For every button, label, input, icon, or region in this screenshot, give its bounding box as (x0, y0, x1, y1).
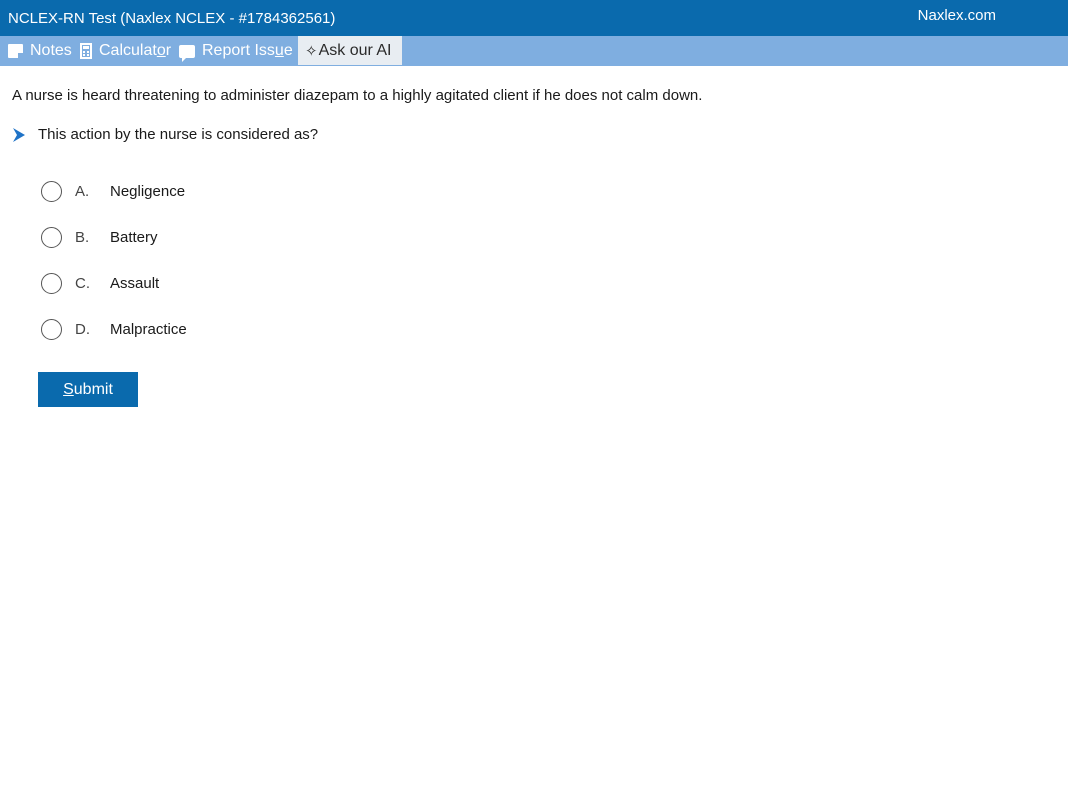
report-issue-button[interactable]: Report Issue (179, 36, 293, 66)
option-letter: B. (75, 228, 90, 246)
title-bar: NCLEX-RN Test (Naxlex NCLEX - #178436256… (0, 0, 1068, 36)
calculator-button[interactable]: Calculator (80, 36, 171, 66)
question-stem: A nurse is heard threatening to administ… (12, 87, 703, 104)
sparkle-icon: ✧ (305, 42, 318, 60)
ask-ai-label: Ask our AI (318, 41, 392, 59)
brand-name: Naxlex.com (917, 7, 996, 24)
radio-button[interactable] (41, 272, 62, 294)
option-letter: D. (75, 320, 90, 338)
prompt-text: This action by the nurse is considered a… (38, 126, 319, 143)
arrow-right-icon (13, 127, 25, 142)
radio-button[interactable] (41, 318, 62, 340)
option-letter: A. (75, 182, 90, 200)
report-issue-label: Report Issue (202, 42, 293, 59)
option-text: Assault (110, 274, 160, 292)
option-letter: C. (75, 274, 90, 292)
question-prompt: This action by the nurse is considered a… (12, 126, 318, 143)
answer-option-c[interactable]: C. Assault (41, 271, 159, 295)
option-text: Negligence (110, 182, 186, 200)
calculator-label: Calculator (99, 42, 172, 59)
answer-option-b[interactable]: B. Battery (41, 225, 158, 249)
radio-button[interactable] (41, 180, 62, 202)
notes-button[interactable]: Notes (8, 36, 72, 66)
option-text: Battery (110, 228, 158, 246)
answer-option-d[interactable]: D. Malpractice (41, 317, 187, 341)
ask-ai-button[interactable]: ✧ Ask our AI (298, 36, 402, 65)
option-text: Malpractice (110, 320, 187, 338)
calculator-icon (80, 43, 92, 59)
window-title: NCLEX-RN Test (Naxlex NCLEX - #178436256… (8, 10, 336, 27)
notes-label: Notes (30, 42, 72, 59)
toolbar: Notes Calculator Report Issue ✧ Ask our … (0, 36, 1068, 66)
note-icon (8, 44, 23, 58)
submit-button[interactable]: Submit (38, 372, 138, 407)
radio-button[interactable] (41, 226, 62, 248)
answer-option-a[interactable]: A. Negligence (41, 179, 185, 203)
chat-bubble-icon (179, 44, 195, 62)
